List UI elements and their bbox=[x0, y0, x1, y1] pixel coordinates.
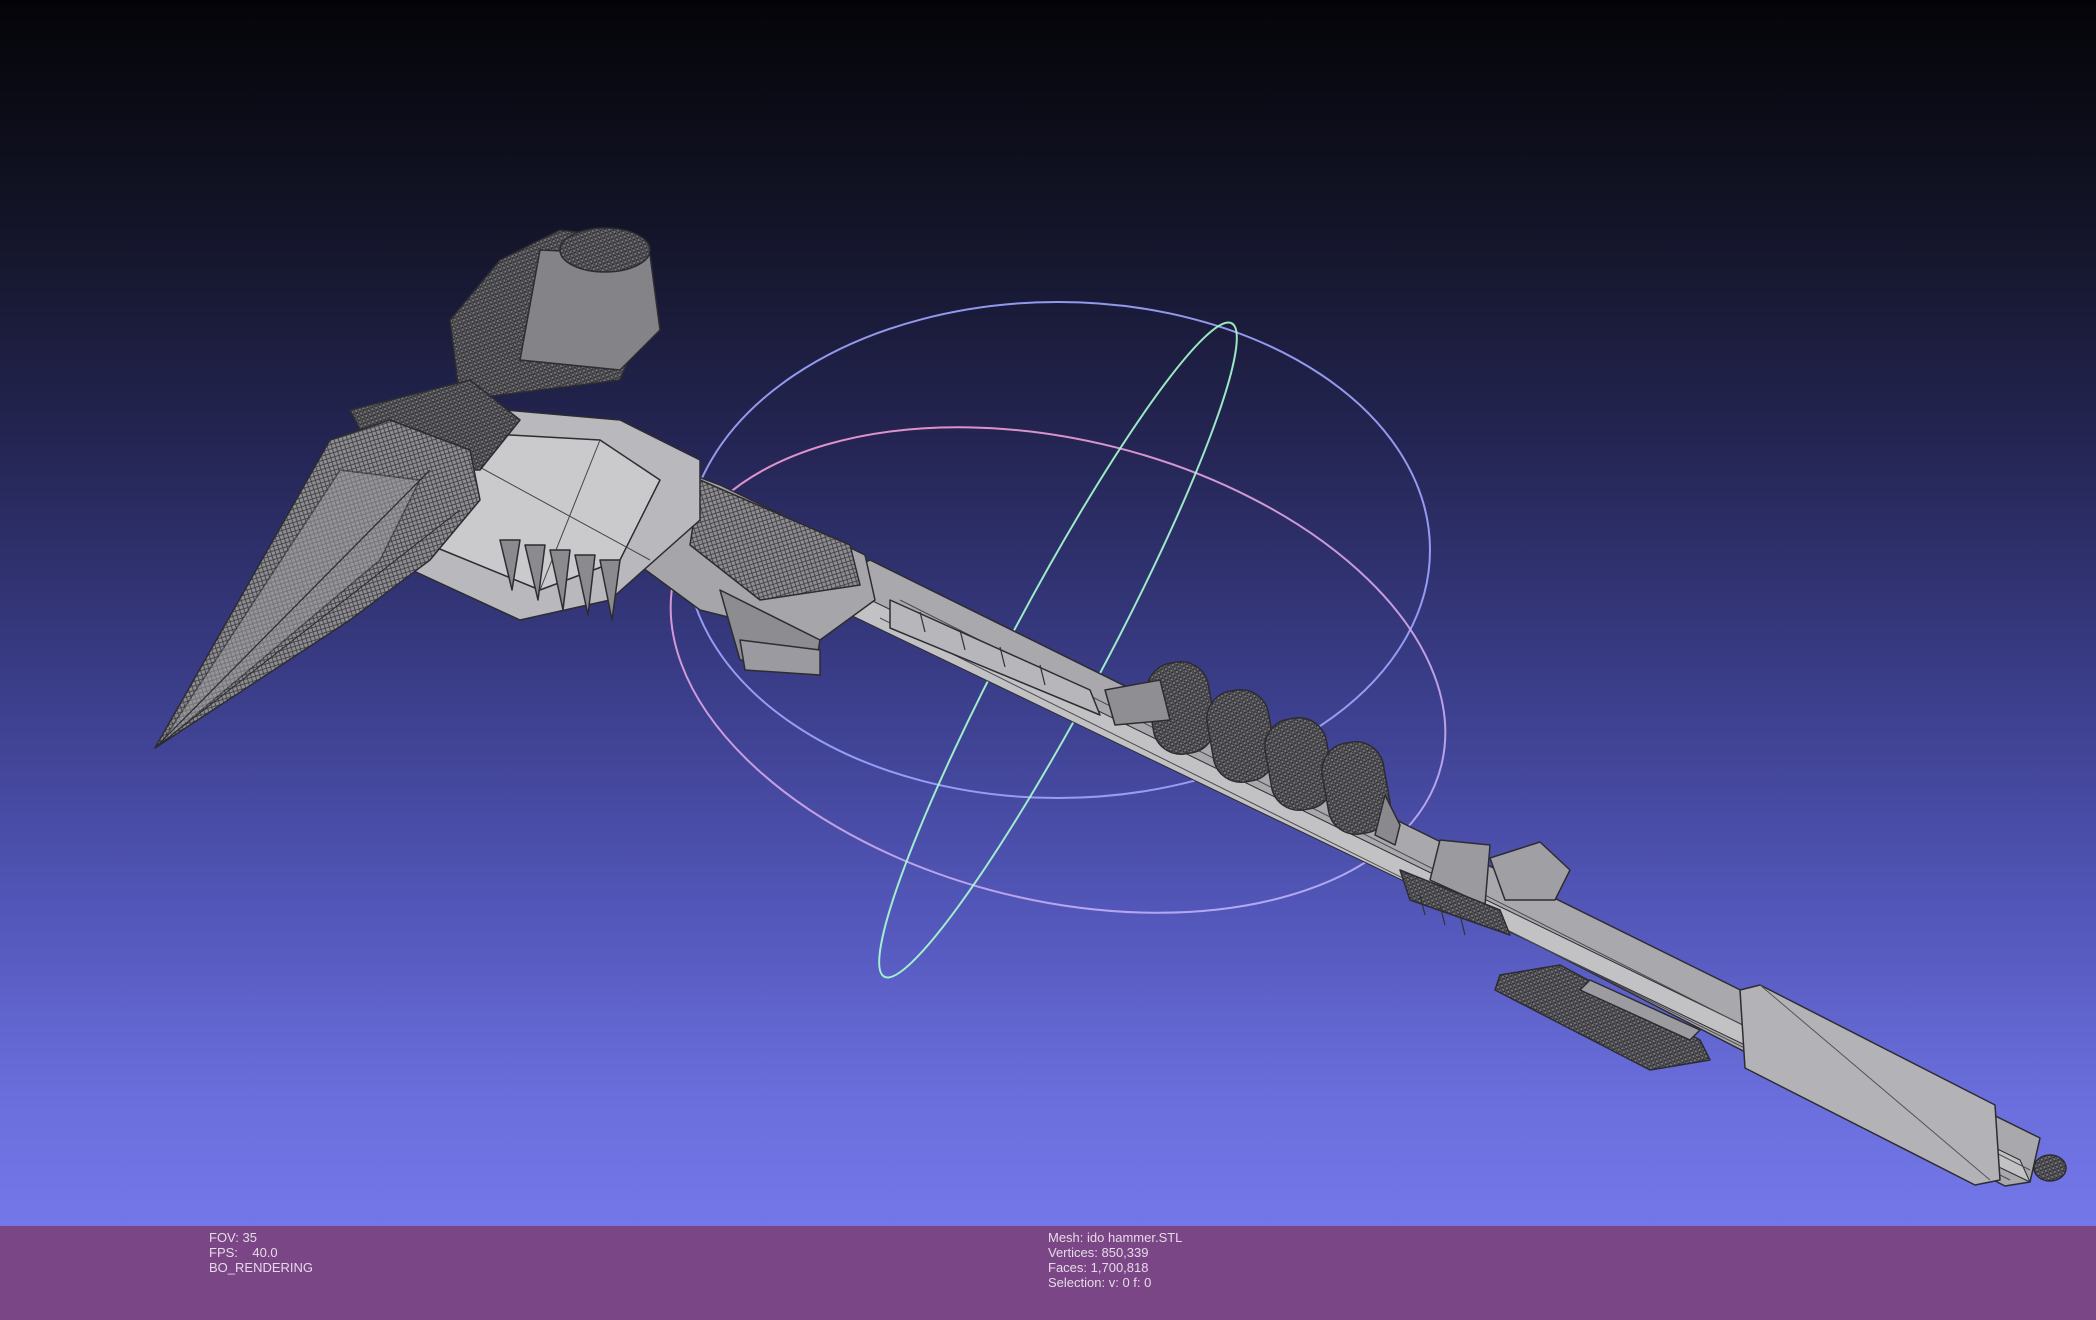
render-mode: BO_RENDERING bbox=[209, 1260, 314, 1275]
hammer-pommel bbox=[2033, 1154, 2067, 1182]
mesh-name: ido hammer.STL bbox=[1087, 1230, 1183, 1245]
fps-readout: FPS: 40.0 bbox=[209, 1245, 278, 1260]
3d-viewport[interactable] bbox=[0, 0, 2096, 1226]
vertices-count: 850,339 bbox=[1101, 1245, 1149, 1260]
status-bar: FOV: 35 FPS: 40.0 BO_RENDERING Mesh: ido… bbox=[0, 1226, 2096, 1320]
selection-readout: Selection: v: 0 f: 0 bbox=[1048, 1275, 1152, 1290]
mesh-info: Mesh: ido hammer.STL Vertices: 850,339 F… bbox=[1048, 1230, 1182, 1290]
scene-canvas bbox=[154, 227, 2067, 1187]
fov-readout: FOV: 35 bbox=[209, 1230, 257, 1245]
trackball-ring-vertical bbox=[878, 321, 1238, 979]
viewer-info: FOV: 35 FPS: 40.0 BO_RENDERING bbox=[209, 1230, 313, 1275]
vertices-readout: Vertices: 850,339 bbox=[1048, 1245, 1149, 1260]
mesh-name-readout: Mesh: ido hammer.STL bbox=[1048, 1230, 1183, 1245]
fps-value: 40.0 bbox=[252, 1245, 278, 1260]
selection-value: v: 0 f: 0 bbox=[1108, 1275, 1152, 1290]
faces-count: 1,700,818 bbox=[1090, 1260, 1149, 1275]
fov-value: 35 bbox=[242, 1230, 257, 1245]
hammer-mesh-icon[interactable] bbox=[154, 227, 2067, 1187]
faces-readout: Faces: 1,700,818 bbox=[1048, 1260, 1149, 1275]
